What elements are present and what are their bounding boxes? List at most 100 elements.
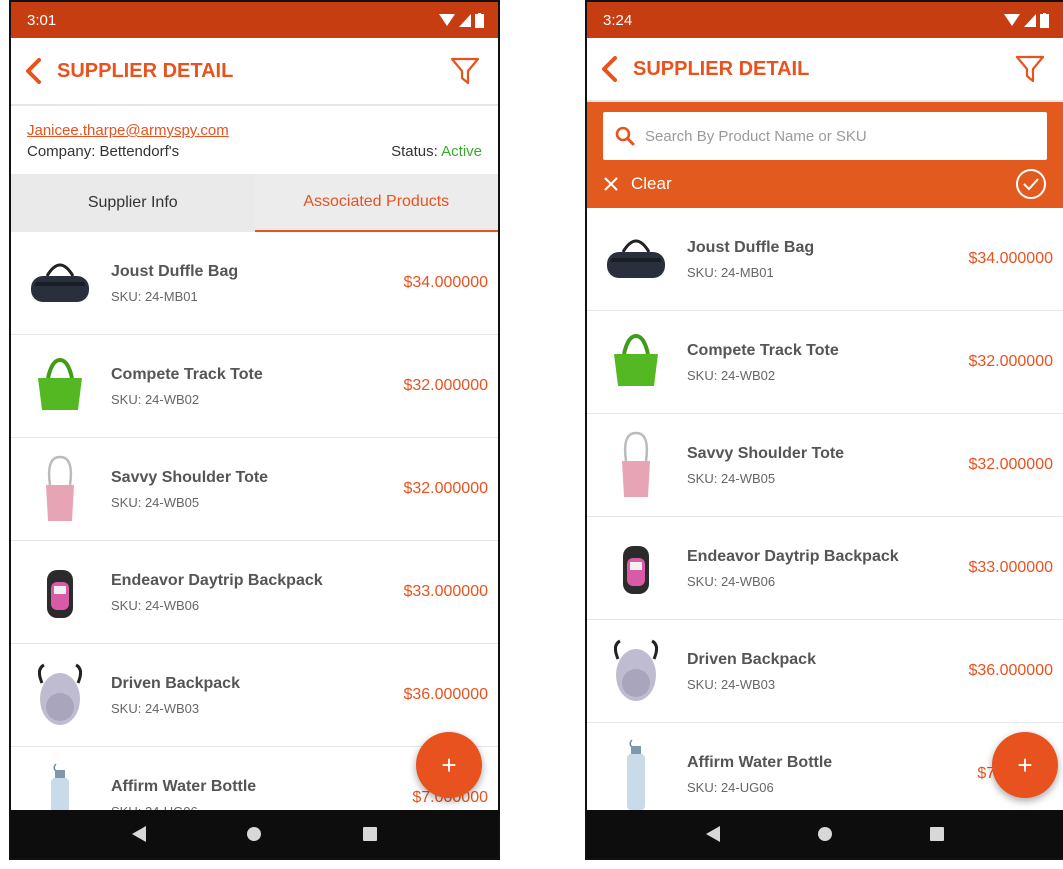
- product-name: Savvy Shoulder Tote: [111, 468, 269, 486]
- tote-pink-icon: [601, 425, 671, 505]
- signal-icon: [459, 14, 471, 27]
- add-product-button[interactable]: +: [992, 732, 1058, 798]
- app-bar: SUPPLIER DETAIL: [587, 38, 1063, 102]
- product-sku: SKU: 24-WB03: [687, 676, 776, 692]
- product-name: Joust Duffle Bag: [111, 262, 239, 280]
- app-bar: SUPPLIER DETAIL: [11, 38, 498, 106]
- search-input[interactable]: Search By Product Name or SKU: [603, 112, 1047, 160]
- product-name: Affirm Water Bottle: [111, 777, 257, 795]
- product-price: $32.000000: [968, 353, 1053, 370]
- list-item[interactable]: Savvy Shoulder Tote SKU: 24-WB05 $32.000…: [11, 438, 498, 541]
- add-product-button[interactable]: +: [416, 732, 482, 798]
- tote-pink-icon: [25, 449, 95, 529]
- filter-icon[interactable]: [450, 56, 480, 86]
- battery-icon: [1040, 12, 1049, 28]
- status-value: Active: [441, 143, 482, 160]
- phone-supplier-detail-search: 3:24 SUPPLIER DETAIL Search By Product N…: [585, 0, 1063, 860]
- product-price: $33.000000: [403, 583, 488, 600]
- back-triangle-icon[interactable]: [131, 825, 147, 843]
- battery-icon: [475, 12, 484, 28]
- back-triangle-icon[interactable]: [705, 825, 721, 843]
- list-item[interactable]: Compete Track Tote SKU: 24-WB02 $32.0000…: [587, 311, 1063, 414]
- clear-row: Clear: [603, 160, 1047, 208]
- product-sku: SKU: 24-MB01: [687, 264, 774, 280]
- product-sku: SKU: 24-WB06: [687, 573, 776, 589]
- duffle-bag-icon: [601, 219, 671, 299]
- back-arrow-icon[interactable]: [25, 57, 47, 85]
- wifi-icon: [439, 14, 455, 26]
- search-panel: Search By Product Name or SKU Clear: [587, 102, 1063, 208]
- supplier-email-link[interactable]: Janicee.tharpe@armyspy.com: [27, 122, 482, 139]
- tote-green-icon: [25, 346, 95, 426]
- product-name: Affirm Water Bottle: [687, 753, 833, 771]
- product-sku: SKU: 24-WB06: [111, 597, 200, 613]
- page-title: SUPPLIER DETAIL: [57, 59, 234, 82]
- list-item[interactable]: Endeavor Daytrip Backpack SKU: 24-WB06 $…: [587, 517, 1063, 620]
- backpack-grey-icon: [25, 655, 95, 735]
- list-item[interactable]: Joust Duffle Bag SKU: 24-MB01 $34.000000: [587, 208, 1063, 311]
- recents-square-icon[interactable]: [929, 826, 945, 842]
- water-bottle-icon: [601, 734, 671, 814]
- tab-supplier-info[interactable]: Supplier Info: [11, 174, 255, 232]
- search-icon: [615, 126, 635, 146]
- page-title: SUPPLIER DETAIL: [633, 57, 810, 80]
- product-name: Savvy Shoulder Tote: [687, 444, 845, 462]
- product-price: $36.000000: [968, 662, 1053, 679]
- product-price: $32.000000: [968, 456, 1053, 473]
- backpack-pink-icon: [601, 528, 671, 608]
- product-sku: SKU: 24-WB05: [687, 470, 776, 486]
- status-time: 3:01: [27, 11, 57, 29]
- product-name: Joust Duffle Bag: [687, 238, 815, 256]
- tab-bar: Supplier Info Associated Products: [11, 174, 498, 232]
- list-item[interactable]: Driven Backpack SKU: 24-WB03 $36.000000: [11, 644, 498, 747]
- product-sku: SKU: 24-WB05: [111, 494, 200, 510]
- product-name: Compete Track Tote: [687, 341, 839, 359]
- product-sku: SKU: 24-MB01: [111, 288, 198, 304]
- system-nav-bar: [587, 810, 1063, 858]
- product-price: $36.000000: [403, 686, 488, 703]
- product-name: Driven Backpack: [111, 674, 240, 692]
- product-price: $32.000000: [403, 480, 488, 497]
- product-sku: SKU: 24-WB02: [687, 367, 776, 383]
- product-list: Joust Duffle Bag SKU: 24-MB01 $34.000000…: [587, 208, 1063, 826]
- close-icon[interactable]: [603, 176, 619, 192]
- product-sku: SKU: 24-WB02: [111, 391, 200, 407]
- status-icons: [1004, 12, 1049, 28]
- list-item[interactable]: Savvy Shoulder Tote SKU: 24-WB05 $32.000…: [587, 414, 1063, 517]
- supplier-company: Company: Bettendorf's: [27, 143, 180, 160]
- product-sku: SKU: 24-UG06: [687, 779, 774, 795]
- product-name: Compete Track Tote: [111, 365, 263, 383]
- filter-icon[interactable]: [1015, 54, 1045, 84]
- list-item[interactable]: Joust Duffle Bag SKU: 24-MB01 $34.000000: [11, 232, 498, 335]
- list-item[interactable]: Endeavor Daytrip Backpack SKU: 24-WB06 $…: [11, 541, 498, 644]
- status-icons: [439, 12, 484, 28]
- tab-associated-products[interactable]: Associated Products: [254, 174, 498, 232]
- supplier-status: Status: Active: [391, 143, 482, 160]
- search-placeholder: Search By Product Name or SKU: [645, 127, 867, 145]
- product-price: $34.000000: [403, 274, 488, 291]
- backpack-pink-icon: [25, 552, 95, 632]
- home-circle-icon[interactable]: [817, 826, 833, 842]
- recents-square-icon[interactable]: [362, 826, 378, 842]
- wifi-icon: [1004, 14, 1020, 26]
- list-item[interactable]: Driven Backpack SKU: 24-WB03 $36.000000: [587, 620, 1063, 723]
- product-price: $32.000000: [403, 377, 488, 394]
- status-time: 3:24: [603, 11, 633, 29]
- duffle-bag-icon: [25, 243, 95, 323]
- check-circle-icon[interactable]: [1015, 168, 1047, 200]
- product-price: $34.000000: [968, 250, 1053, 267]
- supplier-summary: Janicee.tharpe@armyspy.com Company: Bett…: [11, 106, 498, 174]
- tote-green-icon: [601, 322, 671, 402]
- clear-button[interactable]: Clear: [631, 174, 1015, 194]
- product-price: $33.000000: [968, 559, 1053, 576]
- list-item[interactable]: Compete Track Tote SKU: 24-WB02 $32.0000…: [11, 335, 498, 438]
- status-bar: 3:01: [11, 2, 498, 38]
- product-name: Endeavor Daytrip Backpack: [111, 571, 323, 589]
- phone-supplier-detail: 3:01 SUPPLIER DETAIL Janicee.tharpe@army…: [9, 0, 500, 860]
- product-name: Endeavor Daytrip Backpack: [687, 547, 899, 565]
- backpack-grey-icon: [601, 631, 671, 711]
- system-nav-bar: [11, 810, 498, 858]
- home-circle-icon[interactable]: [246, 826, 262, 842]
- back-arrow-icon[interactable]: [601, 55, 623, 83]
- status-bar: 3:24: [587, 2, 1063, 38]
